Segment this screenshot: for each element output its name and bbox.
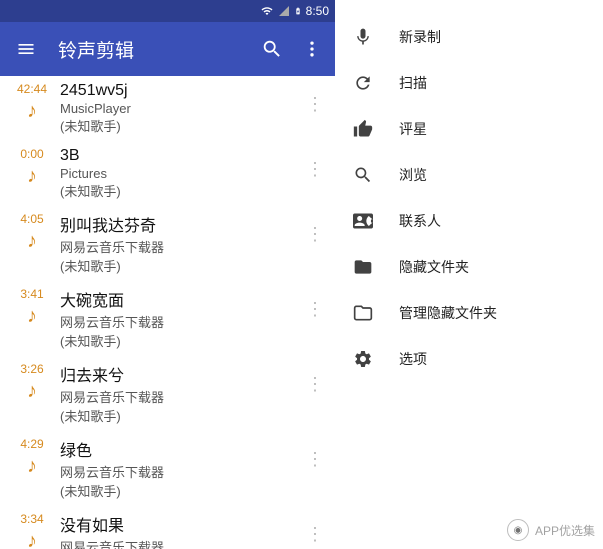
menu-item-scan[interactable]: 扫描 — [335, 60, 603, 106]
menu-item-record[interactable]: 新录制 — [335, 14, 603, 60]
music-note-icon: ♪ — [27, 530, 37, 549]
gear-icon — [353, 349, 389, 369]
track-duration: 42:44 — [17, 82, 47, 96]
track-title: 2451wv5j — [60, 82, 303, 100]
track-row[interactable]: 3:26 ♪ 归去来兮网易云音乐下载器(未知歌手) ⋮ — [0, 356, 335, 431]
track-source: 网易云音乐下载器 — [60, 537, 303, 549]
wifi-icon — [260, 5, 274, 17]
menu-item-options[interactable]: 选项 — [335, 336, 603, 382]
menu-label: 管理隐藏文件夹 — [399, 303, 497, 323]
music-note-icon: ♪ — [27, 165, 37, 188]
music-note-icon: ♪ — [27, 305, 37, 328]
track-more-button[interactable]: ⋮ — [303, 82, 327, 115]
menu-label: 扫描 — [399, 73, 427, 93]
music-note-icon: ♪ — [27, 100, 37, 123]
overflow-menu-button[interactable] — [301, 38, 323, 60]
signal-icon — [278, 5, 290, 17]
menu-label: 浏览 — [399, 165, 427, 185]
track-source: MusicPlayer — [60, 101, 303, 116]
menu-item-rate[interactable]: 评星 — [335, 106, 603, 152]
track-artist: (未知歌手) — [60, 256, 303, 275]
track-title: 归去来兮 — [60, 362, 303, 386]
music-note-icon: ♪ — [27, 455, 37, 478]
track-list[interactable]: 42:44♪ 2451wv5jMusicPlayer(未知歌手) ⋮ 0:00♪… — [0, 76, 335, 549]
track-artist: (未知歌手) — [60, 116, 303, 135]
track-title: 绿色 — [60, 437, 303, 461]
contacts-icon — [353, 211, 389, 231]
wechat-icon: ◉ — [507, 519, 529, 541]
thumb-up-icon — [353, 119, 389, 139]
search-button[interactable] — [261, 38, 283, 60]
track-more-button[interactable]: ⋮ — [303, 437, 327, 470]
menu-label: 选项 — [399, 349, 427, 369]
track-source: Pictures — [60, 166, 303, 181]
track-title: 3B — [60, 147, 303, 165]
track-row[interactable]: 0:00 ♪ 3BPictures(未知歌手) ⋮ — [0, 141, 335, 206]
track-artist: (未知歌手) — [60, 331, 303, 350]
track-more-button[interactable]: ⋮ — [303, 512, 327, 545]
track-artist: (未知歌手) — [60, 406, 303, 425]
mic-icon — [353, 27, 389, 47]
track-more-button[interactable]: ⋮ — [303, 147, 327, 180]
menu-item-browse[interactable]: 浏览 — [335, 152, 603, 198]
menu-item-manage-hidden[interactable]: 管理隐藏文件夹 — [335, 290, 603, 336]
folder-open-icon — [353, 303, 389, 323]
track-duration: 4:29 — [20, 437, 43, 451]
right-menu-panel: 新录制 扫描 评星 浏览 联系人 隐藏文件夹 管理隐藏文件夹 选项 — [335, 0, 603, 549]
track-row[interactable]: 3:34♪ 没有如果网易云音乐下载器(未知歌手) ⋮ — [0, 506, 335, 549]
track-duration: 4:05 — [20, 212, 43, 226]
track-duration: 3:41 — [20, 287, 43, 301]
battery-icon — [294, 4, 302, 18]
hamburger-button[interactable] — [12, 39, 40, 59]
track-source: 网易云音乐下载器 — [60, 462, 303, 481]
music-note-icon: ♪ — [27, 380, 37, 403]
track-row[interactable]: 4:29 ♪ 绿色网易云音乐下载器(未知歌手) ⋮ — [0, 431, 335, 506]
music-note-icon: ♪ — [27, 230, 37, 253]
track-row[interactable]: 3:41 ♪ 大碗宽面网易云音乐下载器(未知歌手) ⋮ — [0, 281, 335, 356]
track-row[interactable]: 42:44 ♪ 2451wv5jMusicPlayer(未知歌手) ⋮ — [0, 76, 335, 141]
app-title: 铃声剪辑 — [58, 36, 261, 63]
track-row[interactable]: 4:05 ♪ 别叫我达芬奇网易云音乐下载器(未知歌手) ⋮ — [0, 206, 335, 281]
track-more-button[interactable]: ⋮ — [303, 212, 327, 245]
track-duration: 3:34 — [20, 512, 43, 526]
track-title: 没有如果 — [60, 512, 303, 536]
search-icon — [353, 165, 389, 185]
watermark: ◉ APP优选集 — [507, 519, 595, 541]
refresh-icon — [353, 73, 389, 93]
status-bar: 8:50 — [0, 0, 335, 22]
track-artist: (未知歌手) — [60, 481, 303, 500]
menu-item-contacts[interactable]: 联系人 — [335, 198, 603, 244]
track-duration: 0:00 — [20, 147, 43, 161]
track-source: 网易云音乐下载器 — [60, 312, 303, 331]
menu-item-hidden-folder[interactable]: 隐藏文件夹 — [335, 244, 603, 290]
app-bar: 铃声剪辑 — [0, 22, 335, 76]
track-more-button[interactable]: ⋮ — [303, 287, 327, 320]
menu-label: 新录制 — [399, 27, 441, 47]
left-phone: 8:50 铃声剪辑 42:44♪ 2451wv5jMusicPlayer(未知歌… — [0, 0, 335, 549]
track-duration: 3:26 — [20, 362, 43, 376]
track-title: 别叫我达芬奇 — [60, 212, 303, 236]
folder-icon — [353, 257, 389, 277]
track-source: 网易云音乐下载器 — [60, 237, 303, 256]
track-title: 大碗宽面 — [60, 287, 303, 311]
track-source: 网易云音乐下载器 — [60, 387, 303, 406]
menu-label: 联系人 — [399, 211, 441, 231]
menu-list: 新录制 扫描 评星 浏览 联系人 隐藏文件夹 管理隐藏文件夹 选项 — [335, 0, 603, 382]
track-artist: (未知歌手) — [60, 181, 303, 200]
menu-label: 隐藏文件夹 — [399, 257, 469, 277]
watermark-text: APP优选集 — [535, 522, 595, 539]
track-more-button[interactable]: ⋮ — [303, 362, 327, 395]
menu-label: 评星 — [399, 119, 427, 139]
status-time: 8:50 — [306, 4, 329, 18]
